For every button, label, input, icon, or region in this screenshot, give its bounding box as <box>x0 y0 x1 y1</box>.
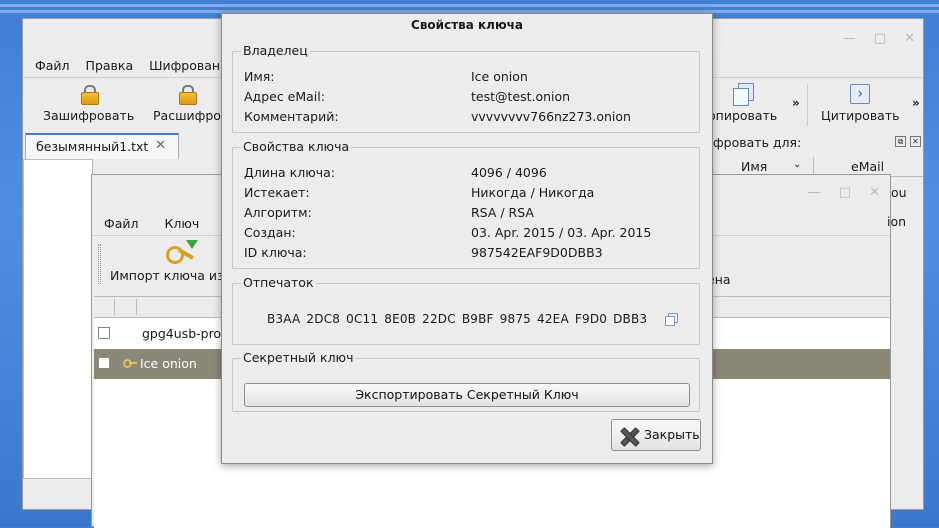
import-key-label: Импорт ключа из <box>110 268 224 283</box>
close-icon[interactable]: ✕ <box>869 185 880 200</box>
panel-fragment: ou <box>891 185 907 200</box>
key-length-label: Длина ключа: <box>244 165 336 180</box>
secret-key-group-title: Секретный ключ <box>241 350 356 365</box>
key-row-name: Ice onion <box>140 356 197 371</box>
km-menu-key[interactable]: Ключ <box>165 213 208 231</box>
key-manager-menubar: Файл Ключ <box>104 213 225 231</box>
email-value: test@test.onion <box>471 89 571 104</box>
km-menu-file[interactable]: Файл <box>104 213 147 231</box>
name-value: Ice onion <box>471 69 528 84</box>
secret-key-group: Секретный ключ Экспортировать Секретный … <box>232 350 700 412</box>
encrypt-label: Зашифровать <box>43 108 135 123</box>
key-props-group: Свойства ключа Длина ключа: 4096 / 4096 … <box>232 139 700 269</box>
text-editor[interactable] <box>23 159 93 479</box>
comment-value: vvvvvvvv766nz273.onion <box>471 109 631 124</box>
menu-edit[interactable]: Правка <box>86 55 142 77</box>
dialog-title: Свойства ключа <box>411 18 523 32</box>
key-row-name: gpg4usb-pro <box>142 326 222 341</box>
minimize-icon[interactable]: — <box>808 185 821 200</box>
tab-label: безымянный1.txt <box>36 139 149 154</box>
toolbar-grip[interactable] <box>98 244 101 284</box>
tab-close-icon[interactable]: ✕ <box>155 138 166 153</box>
fingerprint-group: Отпечаток B3AA 2DC8 0C11 8E0B 22DC B9BF … <box>232 275 700 345</box>
copy-label: опировать <box>708 108 778 123</box>
created-label: Создан: <box>244 225 296 240</box>
toolbar-more-icon-2[interactable]: » <box>912 96 920 110</box>
created-value: 03. Apr. 2015 / 03. Apr. 2015 <box>471 225 652 240</box>
key-props-group-title: Свойства ключа <box>241 139 352 154</box>
column-email[interactable]: eMail <box>851 159 884 174</box>
copy-fingerprint-icon[interactable] <box>665 313 678 326</box>
email-label: Адрес eMail: <box>244 89 325 104</box>
close-button-label: Закрыть <box>644 427 700 442</box>
key-row-checkbox[interactable] <box>98 357 110 369</box>
panel-row-fragment: ion <box>887 214 907 229</box>
algorithm-value: RSA / RSA <box>471 205 534 220</box>
fingerprint-value: B3AA 2DC8 0C11 8E0B 22DC B9BF 9875 42EA … <box>267 312 648 326</box>
lock-icon <box>80 85 99 105</box>
algorithm-label: Алгоритм: <box>244 205 312 220</box>
expires-label: Истекает: <box>244 185 310 200</box>
menu-crypt[interactable]: Шифрован <box>149 55 228 77</box>
comment-label: Комментарий: <box>244 109 339 124</box>
column-name[interactable]: Имя <box>741 159 767 174</box>
close-icon[interactable]: ✕ <box>904 31 915 46</box>
key-properties-dialog: Свойства ключа Владелец Имя: Ice onion А… <box>221 13 713 464</box>
tab-untitled[interactable]: безымянный1.txt ✕ <box>25 133 179 159</box>
quote-label: Цитировать <box>821 108 900 123</box>
name-label: Имя: <box>244 69 275 84</box>
import-key-button[interactable]: Импорт ключа из <box>110 240 224 283</box>
panel-float-icon[interactable]: ⧉ <box>895 136 906 147</box>
unlock-icon <box>178 85 197 105</box>
panel-close-icon[interactable]: ✕ <box>910 136 921 147</box>
key-id-label: ID ключа: <box>244 245 307 260</box>
maximize-icon[interactable]: □ <box>874 31 886 46</box>
toolbar-separator <box>807 84 808 126</box>
menu-file[interactable]: Файл <box>35 55 78 77</box>
chevron-down-icon[interactable]: ⌄ <box>793 159 801 170</box>
quote-icon: › <box>850 84 871 104</box>
key-id-value: 987542EAF9D0DBB3 <box>471 245 603 260</box>
decrypt-label: Расшифро <box>153 108 221 123</box>
copy-button[interactable]: опировать <box>708 82 777 123</box>
fingerprint-group-title: Отпечаток <box>241 275 316 290</box>
import-key-icon <box>165 240 198 268</box>
key-pair-icon <box>123 358 137 368</box>
expires-value: Никогда / Никогда <box>471 185 595 200</box>
encrypt-button[interactable]: Зашифровать <box>43 82 134 123</box>
key-length-value: 4096 / 4096 <box>471 165 547 180</box>
toolbar-more-icon[interactable]: » <box>792 96 800 110</box>
owner-group-title: Владелец <box>241 43 310 58</box>
key-row-checkbox[interactable] <box>98 327 110 339</box>
minimize-icon[interactable]: — <box>843 31 856 46</box>
close-button[interactable]: Закрыть <box>611 419 701 451</box>
close-icon <box>620 427 638 445</box>
export-secret-key-button[interactable]: Экспортировать Секретный Ключ <box>244 383 690 407</box>
panel-title: фровать для: <box>713 135 802 150</box>
maximize-icon[interactable]: □ <box>839 185 851 200</box>
owner-group: Владелец Имя: Ice onion Адрес eMail: tes… <box>232 43 700 133</box>
copy-icon <box>732 83 754 106</box>
quote-button[interactable]: › Цитировать <box>821 82 900 123</box>
decrypt-button[interactable]: Расшифро <box>153 82 221 123</box>
desktop-stripe <box>0 4 939 7</box>
